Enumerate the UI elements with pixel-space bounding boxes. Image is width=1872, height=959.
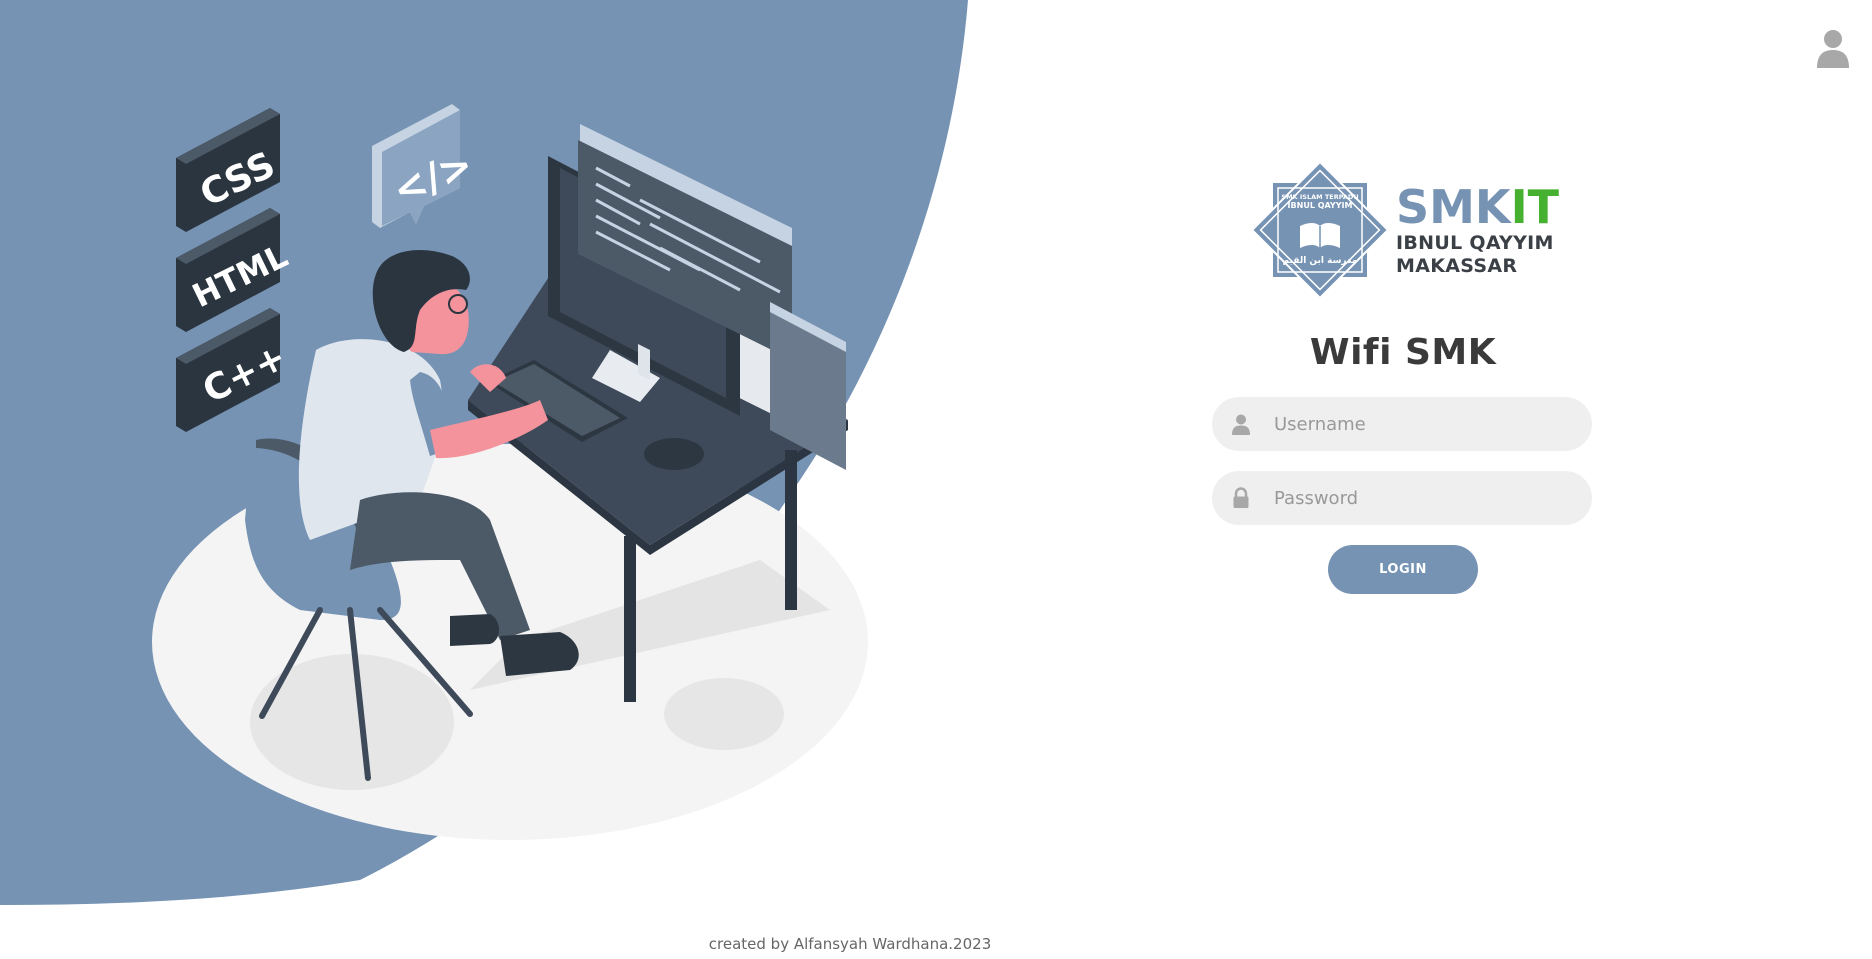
password-input[interactable] — [1272, 477, 1576, 519]
school-badge-icon: SMK ISLAM TERPADU IBNUL QAYYIM مدرسة ابن… — [1252, 162, 1388, 298]
logo-line1: IBNUL QAYYIM — [1396, 232, 1554, 254]
developer-illustration: CSS HTML C++ </> — [152, 104, 868, 840]
password-field — [1212, 471, 1592, 525]
user-icon — [1232, 414, 1250, 435]
logo-it: IT — [1510, 180, 1560, 234]
logo-text: SMKIT IBNUL QAYYIM MAKASSAR — [1396, 184, 1559, 276]
logo-smk: SMK — [1396, 180, 1511, 234]
page-title: Wifi SMK — [1309, 332, 1497, 373]
badge-arabic: مدرسة ابن القيم — [1283, 256, 1358, 266]
lock-icon — [1233, 487, 1249, 508]
badge-top-line1: SMK ISLAM TERPADU — [1281, 193, 1358, 201]
login-page: CSS HTML C++ </> SMK ISLAM TERPADU IBNUL… — [0, 0, 1872, 959]
logo-line2: MAKASSAR — [1396, 255, 1518, 277]
login-button[interactable]: LOGIN — [1328, 545, 1478, 594]
school-logo: SMK ISLAM TERPADU IBNUL QAYYIM مدرسة ابن… — [1252, 160, 1594, 300]
badge-top-line2: IBNUL QAYYIM — [1288, 201, 1353, 210]
logo-wordmark: SMKIT — [1396, 184, 1559, 230]
login-panel: SMK ISLAM TERPADU IBNUL QAYYIM مدرسة ابن… — [1212, 160, 1594, 594]
username-input[interactable] — [1272, 403, 1576, 445]
username-field — [1212, 397, 1592, 451]
footer-credit: created by Alfansyah Wardhana.2023 — [708, 935, 992, 953]
user-icon[interactable] — [1816, 28, 1850, 68]
code-bubble: </> — [372, 104, 479, 228]
